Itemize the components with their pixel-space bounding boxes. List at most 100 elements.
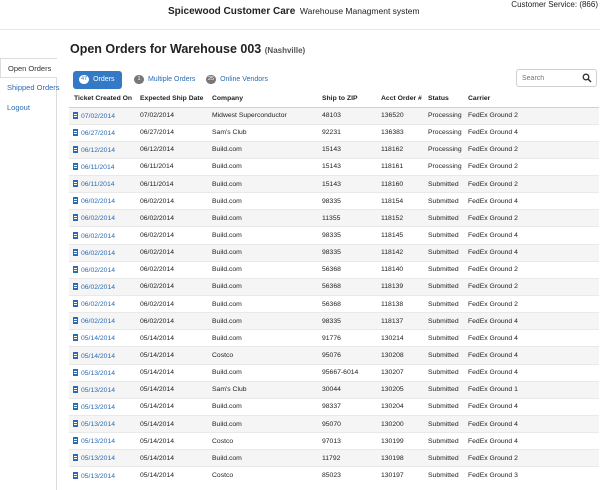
table-cell: 06/02/2014 <box>135 226 207 245</box>
table-cell: 118138 <box>376 295 423 313</box>
table-cell: 06/02/2014 <box>135 295 207 313</box>
ticket-link[interactable]: 05/14/2014 <box>69 346 135 365</box>
sidebar-divider <box>56 58 57 490</box>
table-row[interactable]: 05/13/2014 05/14/2014 Build.com 95667-6014 1… <box>69 363 599 382</box>
sidebar-item-shipped-orders[interactable]: Shipped Orders <box>0 78 60 98</box>
table-row[interactable]: 06/27/2014 06/27/2014 Sam's Club 92231 13638… <box>69 123 599 142</box>
table-row[interactable]: 06/02/2014 06/02/2014 Build.com 98335 118154… <box>69 192 599 210</box>
ticket-date[interactable]: 05/13/2014 <box>81 473 115 480</box>
ticket-date[interactable]: 06/02/2014 <box>81 198 115 205</box>
ticket-link[interactable]: 05/13/2014 <box>69 415 135 433</box>
tab-online-vendors[interactable]: 25 Online Vendors <box>206 71 268 89</box>
ticket-link[interactable]: 05/14/2014 <box>69 329 135 347</box>
column-header[interactable]: Company <box>207 91 317 108</box>
table-row[interactable]: 06/02/2014 06/02/2014 Build.com 98335 118137… <box>69 312 599 330</box>
table-row[interactable]: 07/02/2014 07/02/2014 Midwest Superconduct… <box>69 106 599 125</box>
table-row[interactable]: 05/13/2014 05/14/2014 Build.com 95070 130200… <box>69 415 599 433</box>
ticket-date[interactable]: 05/13/2014 <box>81 421 115 428</box>
ticket-date[interactable]: 06/12/2014 <box>81 147 115 154</box>
table-row[interactable]: 06/12/2014 06/12/2014 Build.com 15143 118162… <box>69 140 599 159</box>
ticket-link[interactable]: 05/13/2014 <box>69 449 135 467</box>
tab-multiple-orders[interactable]: 1 Multiple Orders <box>134 71 195 89</box>
table-row[interactable]: 06/11/2014 06/11/2014 Build.com 15143 118160… <box>69 175 599 193</box>
ticket-date[interactable]: 05/14/2014 <box>81 353 115 360</box>
search-icon[interactable] <box>582 73 592 83</box>
ticket-link[interactable]: 06/02/2014 <box>69 260 135 279</box>
table-cell: FedEx Ground 2 <box>463 277 599 296</box>
ticket-link[interactable]: 06/02/2014 <box>69 226 135 245</box>
ticket-date[interactable]: 06/02/2014 <box>81 233 115 240</box>
ticket-link[interactable]: 06/02/2014 <box>69 312 135 330</box>
column-header[interactable]: Ticket Created On <box>69 91 135 108</box>
table-row[interactable]: 05/13/2014 05/14/2014 Costco 85023 130197 Sub… <box>69 466 599 485</box>
table-row[interactable]: 05/13/2014 05/14/2014 Costco 97013 130199 Sub… <box>69 432 599 450</box>
ticket-link[interactable]: 05/13/2014 <box>69 466 135 485</box>
ticket-date[interactable]: 06/27/2014 <box>81 130 115 137</box>
ticket-date[interactable]: 06/02/2014 <box>81 267 115 274</box>
column-header[interactable]: Ship to ZIP <box>317 91 376 108</box>
document-icon <box>73 214 78 222</box>
ticket-link[interactable]: 05/13/2014 <box>69 397 135 416</box>
ticket-date[interactable]: 06/02/2014 <box>81 250 115 257</box>
ticket-date[interactable]: 05/13/2014 <box>81 438 115 445</box>
ticket-date[interactable]: 06/02/2014 <box>81 301 115 308</box>
ticket-link[interactable]: 06/02/2014 <box>69 192 135 210</box>
table-row[interactable]: 06/02/2014 06/02/2014 Build.com 56368 118139… <box>69 277 599 296</box>
tab-orders[interactable]: 47 Orders <box>73 71 123 89</box>
table-row[interactable]: 06/02/2014 06/02/2014 Build.com 98335 118142… <box>69 243 599 262</box>
ticket-date[interactable]: 05/13/2014 <box>81 404 115 411</box>
table-cell: Build.com <box>207 140 317 159</box>
table-row[interactable]: 05/13/2014 05/14/2014 Build.com 98337 130204… <box>69 397 599 416</box>
table-row[interactable]: 05/13/2014 05/14/2014 Sam's Club 30044 13020… <box>69 380 599 399</box>
table-row[interactable]: 06/02/2014 06/02/2014 Build.com 98335 118145… <box>69 226 599 245</box>
ticket-date[interactable]: 06/11/2014 <box>81 164 115 171</box>
ticket-link[interactable]: 06/12/2014 <box>69 140 135 159</box>
column-header[interactable]: Acct Order # <box>376 91 423 108</box>
table-cell: Submitted <box>423 397 463 416</box>
table-cell: Processing <box>423 140 463 159</box>
ticket-link[interactable]: 05/13/2014 <box>69 432 135 450</box>
column-header[interactable]: Status <box>423 91 463 108</box>
ticket-date[interactable]: 05/14/2014 <box>81 335 115 342</box>
ticket-date[interactable]: 06/02/2014 <box>81 318 115 325</box>
table-cell: Submitted <box>423 346 463 365</box>
table-row[interactable]: 05/14/2014 05/14/2014 Build.com 91776 130214… <box>69 329 599 347</box>
table-cell: 11792 <box>317 449 376 467</box>
ticket-date[interactable]: 05/13/2014 <box>81 455 115 462</box>
ticket-link[interactable]: 06/02/2014 <box>69 277 135 296</box>
ticket-link[interactable]: 06/02/2014 <box>69 243 135 262</box>
sidebar-item-logout[interactable]: Logout <box>0 98 56 118</box>
table-cell: FedEx Ground 4 <box>463 397 599 416</box>
table-cell: 05/14/2014 <box>135 363 207 382</box>
column-header[interactable]: Carrier <box>463 91 599 108</box>
ticket-link[interactable]: 07/02/2014 <box>69 106 135 125</box>
ticket-link[interactable]: 05/13/2014 <box>69 363 135 382</box>
table-cell: Build.com <box>207 209 317 227</box>
ticket-link[interactable]: 06/02/2014 <box>69 209 135 227</box>
ticket-link[interactable]: 06/11/2014 <box>69 157 135 176</box>
column-header[interactable]: Expected Ship Date <box>135 91 207 108</box>
table-row[interactable]: 06/11/2014 06/11/2014 Build.com 15143 118161… <box>69 157 599 176</box>
table-row[interactable]: 06/02/2014 06/02/2014 Build.com 11355 118152… <box>69 209 599 227</box>
search-input[interactable] <box>517 70 577 86</box>
table-row[interactable]: 06/02/2014 06/02/2014 Build.com 56368 118140… <box>69 260 599 279</box>
document-icon <box>73 471 78 479</box>
table-row[interactable]: 06/02/2014 06/02/2014 Build.com 56368 118138… <box>69 295 599 313</box>
table-cell: Submitted <box>423 192 463 210</box>
ticket-link[interactable]: 06/02/2014 <box>69 295 135 313</box>
table-row[interactable]: 05/13/2014 05/14/2014 Build.com 11792 130198… <box>69 449 599 467</box>
ticket-link[interactable]: 06/27/2014 <box>69 123 135 142</box>
ticket-date[interactable]: 06/11/2014 <box>81 181 115 188</box>
ticket-date[interactable]: 05/13/2014 <box>81 387 115 394</box>
table-row[interactable]: 05/14/2014 05/14/2014 Costco 95076 130208 Sub… <box>69 346 599 365</box>
ticket-date[interactable]: 06/02/2014 <box>81 215 115 222</box>
ticket-date[interactable]: 07/02/2014 <box>81 113 115 120</box>
document-icon <box>73 385 78 393</box>
ticket-link[interactable]: 06/11/2014 <box>69 175 135 193</box>
ticket-link[interactable]: 05/13/2014 <box>69 380 135 399</box>
table-cell: Costco <box>207 432 317 450</box>
ticket-date[interactable]: 06/02/2014 <box>81 284 115 291</box>
sidebar-item-open-orders[interactable]: Open Orders <box>0 58 57 78</box>
table-cell: Midwest Superconductor <box>207 106 317 125</box>
ticket-date[interactable]: 05/13/2014 <box>81 370 115 377</box>
